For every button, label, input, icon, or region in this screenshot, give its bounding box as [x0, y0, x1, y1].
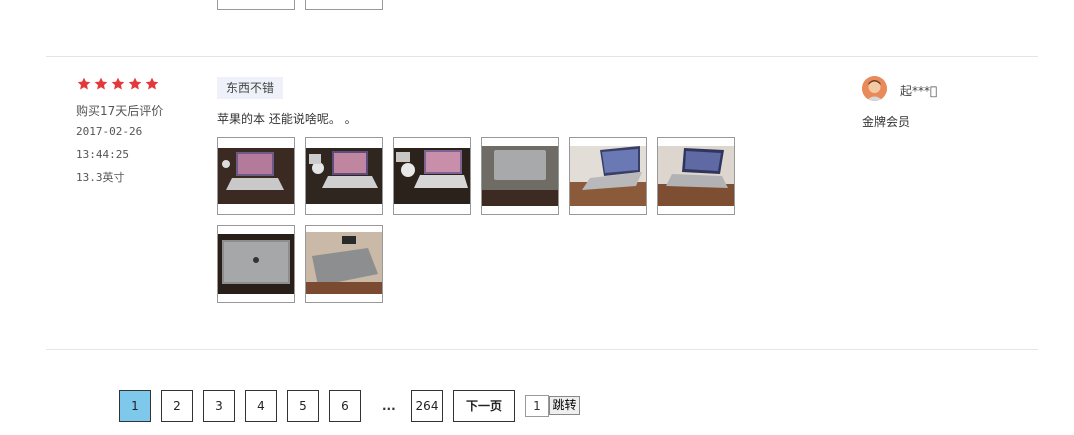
- page-button[interactable]: 4: [245, 390, 277, 422]
- star-icon: [128, 77, 142, 90]
- star-rating: [77, 77, 159, 91]
- review-time: 13:44:25: [76, 148, 129, 161]
- page-jump-input[interactable]: 1: [525, 395, 549, 417]
- user-level: 金牌会员: [862, 115, 911, 129]
- page-jump-button[interactable]: 跳转: [549, 396, 580, 415]
- previous-review-photo[interactable]: [305, 0, 383, 10]
- divider: [46, 349, 1038, 350]
- review-comment: 苹果的本 还能说啥呢。 。: [217, 112, 357, 126]
- previous-review-photo[interactable]: [217, 0, 295, 10]
- next-page-button[interactable]: 下一页: [453, 390, 515, 422]
- review-tag: 东西不错: [217, 77, 284, 99]
- page-button[interactable]: 5: [287, 390, 319, 422]
- page-button[interactable]: 2: [161, 390, 193, 422]
- review-photo[interactable]: [481, 137, 559, 215]
- username: 起*** : [900, 84, 938, 98]
- user-avatar[interactable]: [862, 76, 887, 101]
- page-button[interactable]: 1: [119, 390, 151, 422]
- pagination: 1 2 3 4 5 6 ... 264 下一页 1 跳转: [0, 390, 1074, 422]
- star-icon: [77, 77, 91, 90]
- review-photo[interactable]: [657, 137, 735, 215]
- review-photo[interactable]: [217, 225, 295, 303]
- star-icon: [111, 77, 125, 90]
- page-ellipsis: ...: [382, 399, 396, 413]
- page-button[interactable]: 6: [329, 390, 361, 422]
- review-photo[interactable]: [305, 225, 383, 303]
- purchase-note: 购买17天后评价: [76, 104, 164, 118]
- review-photo[interactable]: [305, 137, 383, 215]
- review-photo[interactable]: [217, 137, 295, 215]
- star-icon: [145, 77, 159, 90]
- last-page-button[interactable]: 264: [411, 390, 443, 422]
- star-icon: [94, 77, 108, 90]
- review-photo[interactable]: [393, 137, 471, 215]
- divider: [46, 56, 1038, 57]
- review-date: 2017-02-26: [76, 125, 143, 138]
- product-spec: 13.3英寸: [76, 171, 125, 184]
- review-photo[interactable]: [569, 137, 647, 215]
- page-button[interactable]: 3: [203, 390, 235, 422]
